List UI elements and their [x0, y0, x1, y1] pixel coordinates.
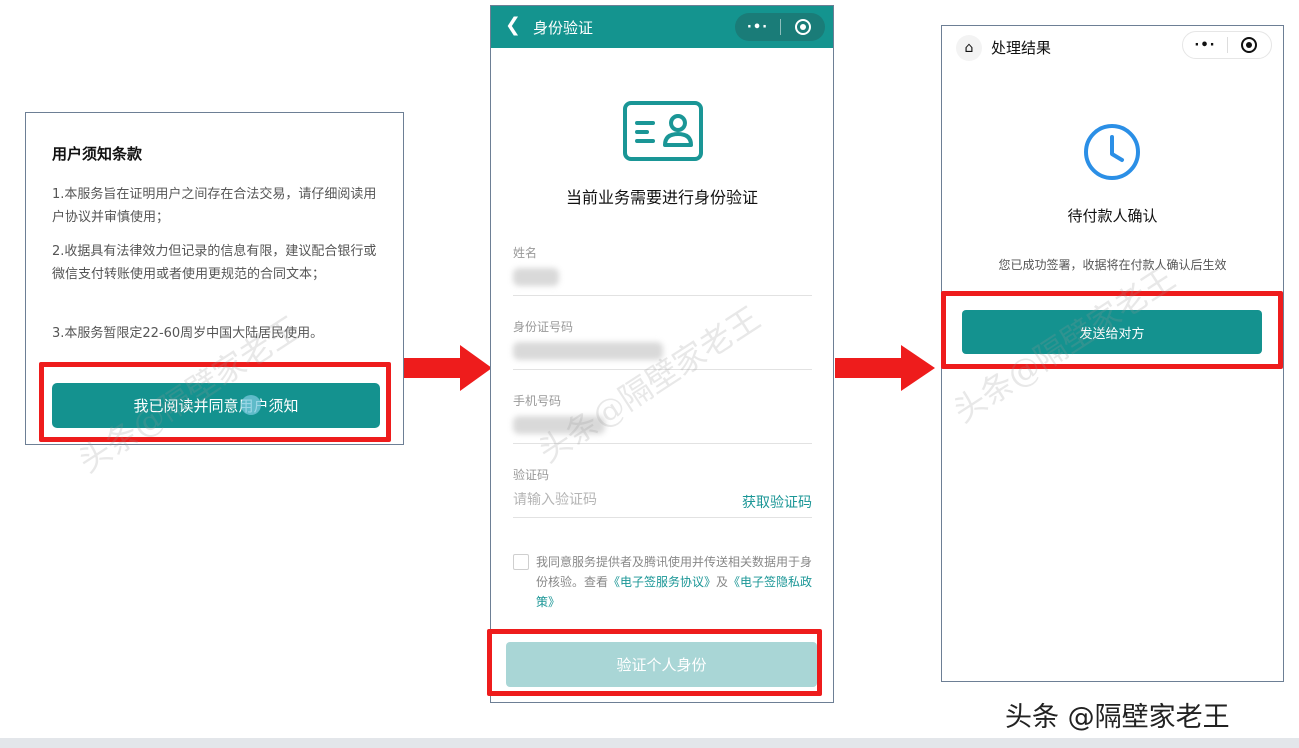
name-label: 姓名: [513, 246, 538, 260]
more-icon[interactable]: ·•·: [735, 20, 780, 35]
code-label: 验证码: [513, 468, 550, 482]
home-icon[interactable]: ⌂: [956, 35, 982, 61]
close-miniprogram-icon[interactable]: [781, 19, 825, 35]
arrow-right-icon: [404, 345, 492, 391]
code-field: 验证码 获取验证码: [513, 466, 812, 518]
verify-nav-title: 身份验证: [533, 19, 594, 37]
verify-identity-button[interactable]: 验证个人身份: [506, 642, 817, 687]
miniprogram-capsule: ·•·: [735, 13, 825, 41]
close-miniprogram-icon[interactable]: [1228, 37, 1271, 53]
redacted-value: [513, 268, 559, 286]
miniprogram-capsule: ·•·: [1182, 31, 1272, 59]
back-chevron-icon[interactable]: ❮: [505, 14, 521, 36]
code-input[interactable]: [513, 492, 713, 508]
terms-item: 2.收据具有法律效力但记录的信息有限，建议配合银行或微信支付转账使用或者使用更规…: [52, 244, 377, 282]
result-status: 待付款人确认: [1067, 207, 1158, 225]
id-number-label: 身份证号码: [513, 320, 574, 334]
verify-navbar: ❮ 身份验证 ·•·: [491, 6, 833, 48]
credit-signature: 头条 @隔壁家老王: [1005, 702, 1230, 733]
get-code-link[interactable]: 获取验证码: [742, 492, 812, 512]
terms-item: 1.本服务旨在证明用户之间存在合法交易，请仔细阅读用户协议并审慎使用；: [52, 187, 377, 225]
terms-title: 用户须知条款: [52, 145, 143, 163]
send-to-recipient-button[interactable]: 发送给对方: [962, 310, 1262, 354]
redacted-value: [513, 342, 663, 360]
consent-text: 我同意服务提供者及腾讯使用并传送相关数据用于身份核验。查看《电子签服务协议》及《…: [536, 552, 814, 612]
bottom-divider: [0, 738, 1299, 748]
phone-field[interactable]: 手机号码: [513, 392, 812, 444]
consent-checkbox[interactable]: [513, 554, 529, 570]
redacted-value: [513, 416, 605, 434]
more-icon[interactable]: ·•·: [1183, 38, 1227, 53]
phone-label: 手机号码: [513, 394, 562, 408]
name-field[interactable]: 姓名: [513, 244, 812, 296]
clock-icon: [1084, 124, 1140, 180]
agree-terms-button[interactable]: 我已阅读并同意用户须知: [52, 383, 380, 428]
consent-and: 及: [716, 575, 729, 589]
terms-panel: 用户须知条款 1.本服务旨在证明用户之间存在合法交易，请仔细阅读用户协议并审慎使…: [25, 112, 404, 445]
result-description: 您已成功签署，收据将在付款人确认后生效: [998, 258, 1227, 272]
verify-heading: 当前业务需要进行身份验证: [565, 188, 758, 207]
result-nav-title: 处理结果: [991, 39, 1052, 57]
verify-panel: ❮ 身份验证 ·•· 当前业务需要进行身份验证 姓名 身份证号码 手机号码 验证…: [490, 5, 834, 703]
tap-indicator: [241, 395, 261, 415]
result-panel: ⌂ 处理结果 ·•· 待付款人确认 您已成功签署，收据将在付款人确认后生效 发送…: [941, 25, 1284, 682]
terms-item: 3.本服务暂限定22-60周岁中国大陆居民使用。: [52, 326, 324, 341]
id-number-field[interactable]: 身份证号码: [513, 318, 812, 370]
service-agreement-link[interactable]: 《电子签服务协议》: [608, 575, 716, 589]
id-card-icon: [623, 101, 703, 161]
arrow-right-icon: [835, 345, 935, 391]
